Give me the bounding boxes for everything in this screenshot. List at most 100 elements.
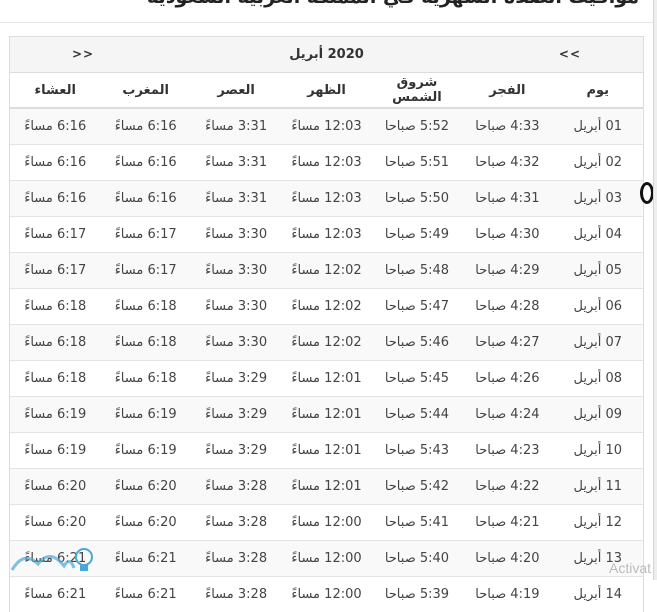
activation-watermark: Activat xyxy=(609,560,651,576)
cell-day: 12 أبريل xyxy=(553,505,643,541)
cell-isha: 6:19 مساءً xyxy=(10,397,100,433)
cell-dhuhr: 12:02 مساءً xyxy=(281,325,371,361)
cell-maghrib: 6:19 مساءً xyxy=(100,397,190,433)
header-fajr: الفجر xyxy=(462,73,552,108)
cell-day: 08 أبريل xyxy=(553,361,643,397)
cell-asr: 3:29 مساءً xyxy=(191,361,281,397)
cell-day: 11 أبريل xyxy=(553,469,643,505)
cell-sunrise: 5:45 صباحا xyxy=(372,361,462,397)
header-maghrib: المغرب xyxy=(100,73,190,108)
cell-dhuhr: 12:02 مساءً xyxy=(281,253,371,289)
cell-day: 06 أبريل xyxy=(553,289,643,325)
scrollbar[interactable] xyxy=(653,0,657,580)
cell-fajr: 4:24 صباحا xyxy=(462,397,552,433)
cell-dhuhr: 12:03 مساءً xyxy=(281,108,371,145)
cell-maghrib: 6:18 مساءً xyxy=(100,361,190,397)
cell-fajr: 4:33 صباحا xyxy=(462,108,552,145)
table-row: 05 أبريل4:29 صباحا5:48 صباحا12:02 مساءً3… xyxy=(10,253,643,289)
cell-day: 09 أبريل xyxy=(553,397,643,433)
cell-day: 03 أبريل xyxy=(553,181,643,217)
cell-maghrib: 6:17 مساءً xyxy=(100,253,190,289)
table-row: 06 أبريل4:28 صباحا5:47 صباحا12:02 مساءً3… xyxy=(10,289,643,325)
table-row: 07 أبريل4:27 صباحا5:46 صباحا12:02 مساءً3… xyxy=(10,325,643,361)
cell-asr: 3:31 مساءً xyxy=(191,145,281,181)
header-dhuhr: الظهر xyxy=(281,73,371,108)
cell-dhuhr: 12:01 مساءً xyxy=(281,397,371,433)
cell-sunrise: 5:46 صباحا xyxy=(372,325,462,361)
cell-dhuhr: 12:01 مساءً xyxy=(281,361,371,397)
cell-day: 14 أبريل xyxy=(553,577,643,612)
cell-fajr: 4:22 صباحا xyxy=(462,469,552,505)
header-sunrise: شروق الشمس xyxy=(372,73,462,108)
table-row: 13 أبريل4:20 صباحا5:40 صباحا12:00 مساءً3… xyxy=(10,541,643,577)
cell-asr: 3:28 مساءً xyxy=(191,469,281,505)
cell-day: 05 أبريل xyxy=(553,253,643,289)
month-navigation: >> 2020 أبريل << xyxy=(10,37,643,73)
cell-sunrise: 5:49 صباحا xyxy=(372,217,462,253)
cell-day: 04 أبريل xyxy=(553,217,643,253)
cell-dhuhr: 12:03 مساءً xyxy=(281,145,371,181)
cell-maghrib: 6:21 مساءً xyxy=(100,541,190,577)
cell-asr: 3:30 مساءً xyxy=(191,253,281,289)
cell-day: 01 أبريل xyxy=(553,108,643,145)
cell-maghrib: 6:16 مساءً xyxy=(100,181,190,217)
cell-isha: 6:18 مساءً xyxy=(10,289,100,325)
prayer-times-table: يوم الفجر شروق الشمس الظهر العصر المغرب … xyxy=(10,73,643,612)
cell-dhuhr: 12:00 مساءً xyxy=(281,577,371,612)
cell-fajr: 4:19 صباحا xyxy=(462,577,552,612)
cell-isha: 6:18 مساءً xyxy=(10,361,100,397)
cell-isha: 6:17 مساءً xyxy=(10,253,100,289)
cell-isha: 6:20 مساءً xyxy=(10,469,100,505)
cell-sunrise: 5:44 صباحا xyxy=(372,397,462,433)
cell-fajr: 4:27 صباحا xyxy=(462,325,552,361)
cell-asr: 3:31 مساءً xyxy=(191,108,281,145)
cell-isha: 6:19 مساءً xyxy=(10,433,100,469)
cell-maghrib: 6:18 مساءً xyxy=(100,289,190,325)
cell-dhuhr: 12:02 مساءً xyxy=(281,289,371,325)
cell-fajr: 4:26 صباحا xyxy=(462,361,552,397)
header-day: يوم xyxy=(553,73,643,108)
cell-maghrib: 6:20 مساءً xyxy=(100,505,190,541)
cell-dhuhr: 12:03 مساءً xyxy=(281,217,371,253)
cell-day: 10 أبريل xyxy=(553,433,643,469)
cell-isha: 6:16 مساءً xyxy=(10,145,100,181)
cell-asr: 3:28 مساءً xyxy=(191,505,281,541)
table-row: 10 أبريل4:23 صباحا5:43 صباحا12:01 مساءً3… xyxy=(10,433,643,469)
cell-isha: 6:21 مساءً xyxy=(10,577,100,612)
cell-isha: 6:16 مساءً xyxy=(10,181,100,217)
cursor-marker-icon xyxy=(640,182,654,204)
cell-sunrise: 5:51 صباحا xyxy=(372,145,462,181)
cell-sunrise: 5:42 صباحا xyxy=(372,469,462,505)
previous-month-button[interactable]: << xyxy=(559,37,581,72)
cell-dhuhr: 12:01 مساءً xyxy=(281,433,371,469)
cell-dhuhr: 12:00 مساءً xyxy=(281,505,371,541)
cell-fajr: 4:23 صباحا xyxy=(462,433,552,469)
cell-fajr: 4:21 صباحا xyxy=(462,505,552,541)
table-row: 08 أبريل4:26 صباحا5:45 صباحا12:01 مساءً3… xyxy=(10,361,643,397)
cell-sunrise: 5:39 صباحا xyxy=(372,577,462,612)
table-header-row: يوم الفجر شروق الشمس الظهر العصر المغرب … xyxy=(10,73,643,108)
cell-isha: 6:17 مساءً xyxy=(10,217,100,253)
table-row: 01 أبريل4:33 صباحا5:52 صباحا12:03 مساءً3… xyxy=(10,108,643,145)
table-row: 12 أبريل4:21 صباحا5:41 صباحا12:00 مساءً3… xyxy=(10,505,643,541)
lightbulb-logo-icon xyxy=(4,544,96,578)
cell-asr: 3:30 مساءً xyxy=(191,289,281,325)
cell-maghrib: 6:16 مساءً xyxy=(100,145,190,181)
cell-maghrib: 6:21 مساءً xyxy=(100,577,190,612)
cell-asr: 3:28 مساءً xyxy=(191,541,281,577)
table-row: 03 أبريل4:31 صباحا5:50 صباحا12:03 مساءً3… xyxy=(10,181,643,217)
prayer-times-table-container: >> 2020 أبريل << يوم الفجر شروق الشمس ال… xyxy=(9,36,644,612)
table-row: 14 أبريل4:19 صباحا5:39 صباحا12:00 مساءً3… xyxy=(10,577,643,612)
cell-asr: 3:31 مساءً xyxy=(191,181,281,217)
cell-asr: 3:30 مساءً xyxy=(191,325,281,361)
table-row: 09 أبريل4:24 صباحا5:44 صباحا12:01 مساءً3… xyxy=(10,397,643,433)
cell-fajr: 4:20 صباحا xyxy=(462,541,552,577)
cell-dhuhr: 12:01 مساءً xyxy=(281,469,371,505)
cell-fajr: 4:29 صباحا xyxy=(462,253,552,289)
header-isha: العشاء xyxy=(10,73,100,108)
cell-isha: 6:16 مساءً xyxy=(10,108,100,145)
cell-asr: 3:28 مساءً xyxy=(191,577,281,612)
cell-maghrib: 6:16 مساءً xyxy=(100,108,190,145)
cell-sunrise: 5:41 صباحا xyxy=(372,505,462,541)
cell-fajr: 4:31 صباحا xyxy=(462,181,552,217)
